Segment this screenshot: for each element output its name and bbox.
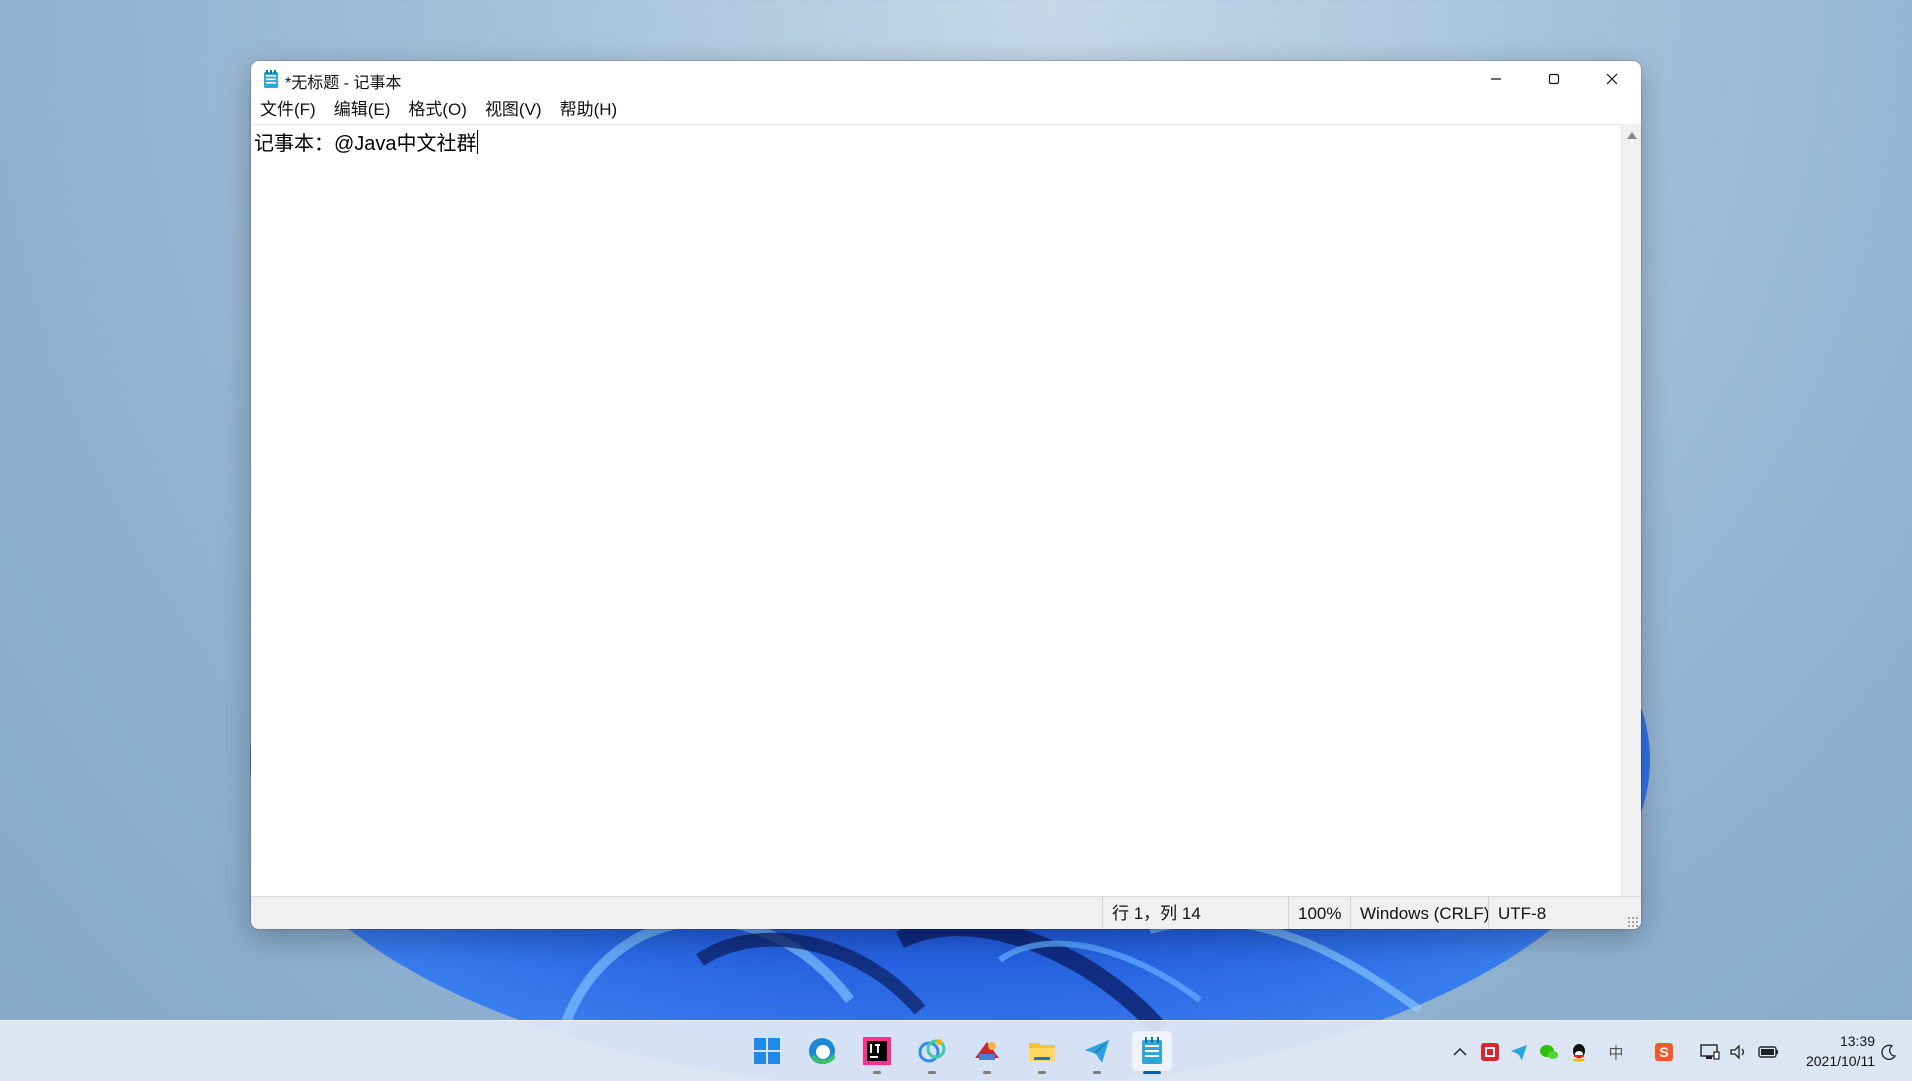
running-indicator <box>1093 1071 1101 1074</box>
running-indicator <box>1038 1071 1046 1074</box>
network-button[interactable] <box>1699 1041 1721 1063</box>
text-caret <box>476 130 478 154</box>
sogou-icon: S <box>1655 1043 1673 1061</box>
taskbar-telegram[interactable] <box>1077 1031 1117 1074</box>
title-bar[interactable]: *无标题 - 记事本 <box>251 61 1641 96</box>
telegram-tray-icon <box>1511 1045 1527 1060</box>
line-ending: Windows (CRLF) <box>1350 897 1489 929</box>
zoom-level: 100% <box>1288 897 1341 929</box>
tray-wechat[interactable] <box>1538 1041 1560 1063</box>
notepad-icon <box>1142 1037 1162 1064</box>
moon-icon <box>1881 1044 1897 1060</box>
browser-icon <box>918 1039 946 1063</box>
vertical-scrollbar[interactable] <box>1621 124 1641 929</box>
running-indicator <box>1143 1071 1161 1074</box>
menu-file[interactable]: 文件(F) <box>251 96 325 124</box>
battery-button[interactable] <box>1758 1041 1780 1063</box>
minimize-button[interactable] <box>1467 61 1525 96</box>
taskbar-file-explorer[interactable] <box>1022 1031 1062 1074</box>
file-explorer-icon <box>1029 1043 1055 1061</box>
system-clock[interactable]: 13:39 2021/10/11 <box>1795 1031 1875 1071</box>
menu-edit[interactable]: 编辑(E) <box>325 96 400 124</box>
running-indicator <box>983 1071 991 1074</box>
chevron-up-icon <box>1453 1047 1467 1056</box>
app-tray-icon <box>1481 1043 1499 1061</box>
close-icon <box>1606 73 1618 84</box>
volume-button[interactable] <box>1727 1041 1749 1063</box>
start-icon <box>754 1038 780 1064</box>
volume-icon <box>1730 1044 1745 1060</box>
notifications-button[interactable] <box>1878 1041 1900 1063</box>
input-mode-indicator[interactable]: 中 <box>1605 1041 1627 1063</box>
tray-sogou[interactable]: S <box>1653 1041 1675 1063</box>
input-mode-icon: 中 <box>1608 1044 1624 1062</box>
menu-format[interactable]: 格式(O) <box>399 96 476 124</box>
telegram-icon <box>1085 1040 1109 1063</box>
taskbar-edge[interactable] <box>802 1031 842 1071</box>
menu-help[interactable]: 帮助(H) <box>551 96 627 124</box>
maximize-button[interactable] <box>1525 61 1583 96</box>
menu-bar: 文件(F) 编辑(E) 格式(O) 视图(V) 帮助(H) <box>251 96 1641 124</box>
taskbar-intellij[interactable] <box>857 1031 897 1074</box>
resize-grip-icon[interactable] <box>1627 916 1639 928</box>
show-hidden-icons-button[interactable] <box>1449 1041 1471 1063</box>
close-button[interactable] <box>1583 61 1641 96</box>
minimize-icon <box>1491 77 1501 80</box>
clock-time: 13:39 <box>1839 1033 1875 1049</box>
notepad-window: *无标题 - 记事本 文件(F) 编辑(E) 格式(O) 视图(V) 帮助(H)… <box>251 61 1641 929</box>
taskbar: 中 S 13:39 2021/10/11 <box>0 1020 1912 1081</box>
edge-icon <box>809 1038 836 1064</box>
taskbar-notepad[interactable] <box>1132 1031 1172 1074</box>
intellij-idea-icon <box>863 1037 891 1065</box>
tray-app[interactable] <box>1479 1041 1501 1063</box>
status-bar: 行 1，列 14 100% Windows (CRLF) UTF-8 <box>251 896 1641 929</box>
qq-icon <box>1573 1044 1585 1062</box>
network-icon <box>1700 1044 1720 1060</box>
text-editor[interactable]: 记事本：@Java中文社群 <box>251 124 1621 929</box>
menu-view[interactable]: 视图(V) <box>476 96 551 124</box>
start-button[interactable] <box>747 1031 787 1071</box>
editor-text: 记事本：@Java中文社群 <box>254 133 477 155</box>
editor-content[interactable]: 记事本：@Java中文社群 <box>254 127 478 156</box>
cursor-position: 行 1，列 14 <box>1102 897 1201 929</box>
running-indicator <box>873 1071 881 1074</box>
tray-qq[interactable] <box>1568 1041 1590 1063</box>
running-indicator <box>928 1071 936 1074</box>
clock-date: 2021/10/11 <box>1805 1053 1875 1069</box>
maximize-icon <box>1548 73 1560 84</box>
tray-telegram[interactable] <box>1508 1041 1530 1063</box>
taskbar-paint[interactable] <box>967 1031 1007 1074</box>
encoding: UTF-8 <box>1488 897 1546 929</box>
window-title: *无标题 - 记事本 <box>285 75 402 92</box>
wechat-icon <box>1540 1045 1558 1059</box>
paint-icon <box>975 1042 999 1060</box>
taskbar-browser[interactable] <box>912 1031 952 1074</box>
battery-icon <box>1758 1046 1778 1058</box>
scroll-up-icon[interactable] <box>1627 132 1637 139</box>
notepad-icon <box>264 70 278 88</box>
